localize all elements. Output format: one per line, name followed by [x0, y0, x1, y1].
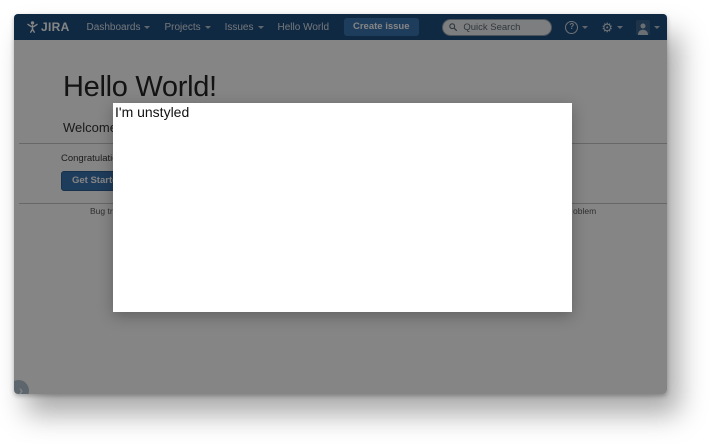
dialog-message: I'm unstyled: [115, 104, 189, 120]
unstyled-dialog: I'm unstyled: [113, 103, 572, 312]
browser-window: JIRA Dashboards Projects Issues Hello Wo…: [14, 14, 667, 394]
